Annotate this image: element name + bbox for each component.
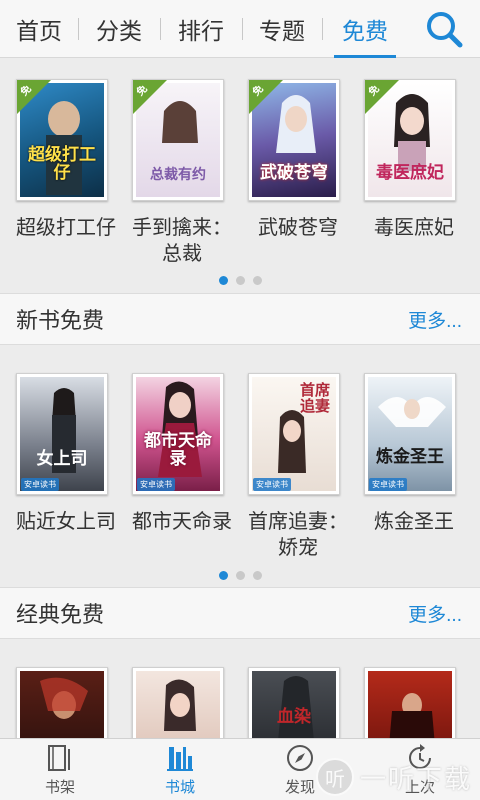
search-icon bbox=[427, 11, 463, 47]
book-item[interactable] bbox=[364, 667, 480, 738]
book-cover: 首席追妻 安卓读书 bbox=[248, 373, 340, 495]
nav-label: 书城 bbox=[164, 778, 195, 796]
nav-label: 发现 bbox=[284, 778, 315, 796]
book-item[interactable]: 都市天命录 安卓读书 都市天命录 bbox=[132, 373, 248, 561]
carousel-indicator bbox=[0, 570, 480, 580]
book-title: 首席追妻：娇宠 bbox=[248, 511, 348, 559]
book-cover: 都市天命录 安卓读书 bbox=[132, 373, 224, 495]
book-cover: 女上司 安卓读书 bbox=[16, 373, 108, 495]
book-item[interactable]: 女上司 安卓读书 贴近女上司 bbox=[16, 373, 132, 561]
page-dot bbox=[235, 570, 245, 580]
publisher-badge: 安卓读书 bbox=[137, 478, 175, 491]
tab-topics[interactable]: 专题 bbox=[242, 0, 322, 58]
carousel-book[interactable]: 总裁有约 免 手到擒来：总裁 bbox=[132, 79, 248, 267]
book-cover bbox=[364, 667, 456, 738]
carousel-book[interactable]: 超级打工仔 免 超级打工仔 bbox=[16, 79, 132, 267]
section-title: 经典免费 bbox=[16, 602, 105, 627]
new-free-section: 新书免费 更多... 女上司 安卓读书 贴近女上司 都市天命录 安卓读书 都市天… bbox=[0, 293, 480, 585]
free-carousel: 超级打工仔 免 超级打工仔 总裁有约 免 手到擒来：总裁 武破苍穹 免 武破苍穹… bbox=[0, 59, 480, 291]
book-cover: 血染 bbox=[248, 667, 340, 738]
tab-home[interactable]: 首页 bbox=[0, 0, 78, 58]
publisher-badge: 安卓读书 bbox=[253, 478, 291, 491]
page-dot bbox=[252, 275, 262, 285]
page-dot bbox=[235, 275, 245, 285]
book-title: 超级打工仔 bbox=[16, 217, 116, 239]
section-title: 新书免费 bbox=[16, 308, 105, 333]
history-icon bbox=[409, 743, 431, 769]
book-cover: 武破苍穹 免 bbox=[248, 79, 340, 201]
tab-category[interactable]: 分类 bbox=[78, 0, 160, 58]
top-tab-bar: 首页 分类 排行 专题 免费 bbox=[0, 0, 480, 58]
book-cover bbox=[16, 667, 108, 738]
book-item[interactable]: 炼金圣王 安卓读书 炼金圣王 bbox=[364, 373, 480, 561]
page-dot bbox=[252, 570, 262, 580]
book-item[interactable] bbox=[16, 667, 132, 738]
nav-bookshelf[interactable]: 书架 bbox=[0, 739, 120, 800]
section-header: 新书免费 更多... bbox=[0, 293, 480, 345]
compass-icon bbox=[287, 744, 313, 771]
nav-history[interactable]: 上次 bbox=[360, 739, 480, 800]
tab-free[interactable]: 免费 bbox=[322, 0, 408, 58]
classic-free-section: 经典免费 更多... 血染 bbox=[0, 587, 480, 738]
nav-label: 书架 bbox=[44, 778, 75, 796]
bookstore-icon bbox=[167, 746, 193, 771]
book-title: 炼金圣王 bbox=[374, 511, 454, 533]
bottom-navigation: 书架 书城 发现 上次 bbox=[0, 738, 480, 800]
book-cover: 总裁有约 免 bbox=[132, 79, 224, 201]
more-link[interactable]: 更多... bbox=[408, 306, 462, 333]
book-title: 贴近女上司 bbox=[16, 511, 116, 533]
book-cover: 毒医庶妃 免 bbox=[364, 79, 456, 201]
publisher-badge: 安卓读书 bbox=[369, 478, 407, 491]
book-cover bbox=[132, 667, 224, 738]
book-item[interactable]: 首席追妻 安卓读书 首席追妻：娇宠 bbox=[248, 373, 364, 561]
more-link[interactable]: 更多... bbox=[408, 600, 462, 627]
book-title: 手到擒来：总裁 bbox=[132, 217, 232, 265]
carousel-indicator bbox=[0, 275, 480, 285]
page-dot bbox=[218, 275, 228, 285]
book-title: 毒医庶妃 bbox=[374, 217, 454, 239]
page-dot bbox=[218, 570, 228, 580]
search-button[interactable] bbox=[408, 0, 480, 58]
nav-label: 上次 bbox=[404, 778, 435, 796]
book-cover: 超级打工仔 免 bbox=[16, 79, 108, 201]
book-title: 武破苍穹 bbox=[258, 217, 338, 239]
tab-ranking[interactable]: 排行 bbox=[160, 0, 242, 58]
book-cover: 炼金圣王 安卓读书 bbox=[364, 373, 456, 495]
carousel-book[interactable]: 毒医庶妃 免 毒医庶妃 bbox=[364, 79, 480, 267]
book-item[interactable] bbox=[132, 667, 248, 738]
nav-bookstore[interactable]: 书城 bbox=[120, 739, 240, 800]
bookshelf-icon bbox=[48, 744, 70, 771]
carousel-book[interactable]: 武破苍穹 免 武破苍穹 bbox=[248, 79, 364, 267]
publisher-badge: 安卓读书 bbox=[21, 478, 59, 491]
book-item[interactable]: 血染 bbox=[248, 667, 364, 738]
section-header: 经典免费 更多... bbox=[0, 587, 480, 639]
nav-discover[interactable]: 发现 bbox=[240, 739, 360, 800]
book-title: 都市天命录 bbox=[132, 511, 232, 533]
